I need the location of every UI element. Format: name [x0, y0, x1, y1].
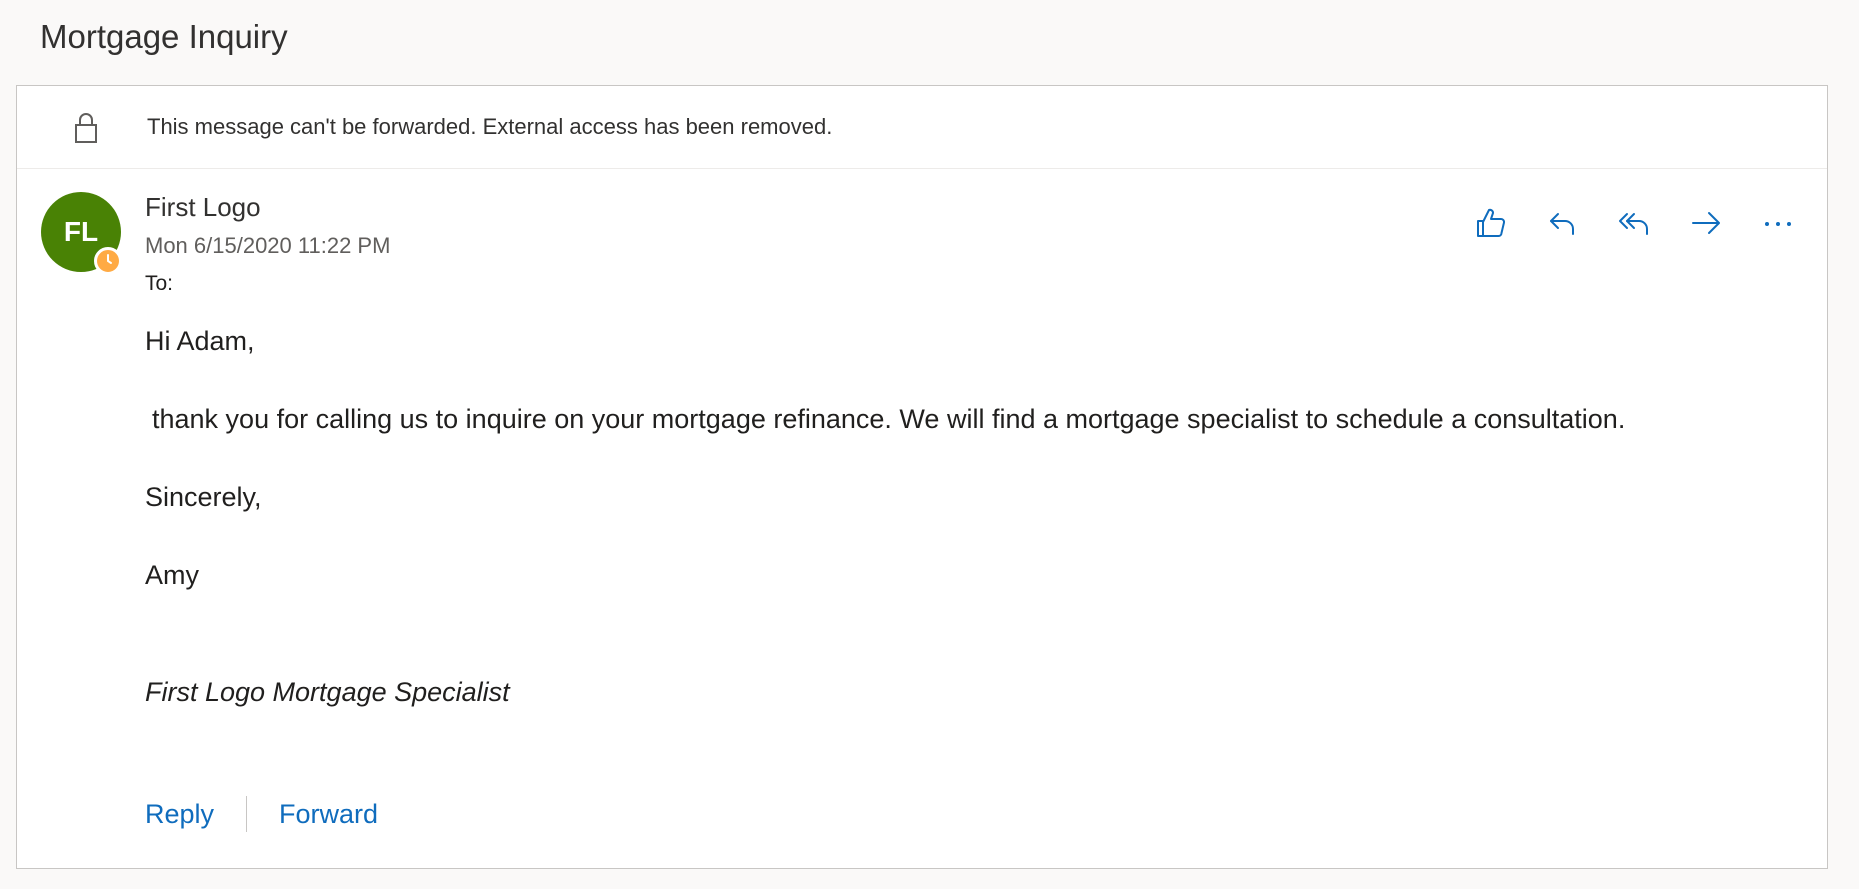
info-bar: This message can't be forwarded. Externa…: [17, 86, 1827, 169]
presence-clock-icon: [94, 247, 122, 275]
message-actions: [1471, 204, 1797, 242]
sender-name[interactable]: First Logo: [145, 192, 261, 223]
body-greeting: Hi Adam,: [145, 326, 255, 356]
thumbs-up-icon[interactable]: [1471, 204, 1509, 242]
body-signature-title: First Logo Mortgage Specialist: [145, 677, 510, 707]
footer-divider: [246, 796, 248, 832]
to-label: To:: [145, 272, 174, 295]
forward-icon[interactable]: [1687, 204, 1725, 242]
body-closing: Sincerely,: [145, 482, 262, 512]
reply-button[interactable]: Reply: [145, 799, 214, 830]
reply-all-icon[interactable]: [1615, 204, 1653, 242]
message-card: This message can't be forwarded. Externa…: [16, 85, 1828, 869]
message-date: Mon 6/15/2020 11:22 PM: [145, 233, 391, 258]
avatar-initials: FL: [63, 216, 99, 247]
body-main-text: thank you for calling us to inquire on y…: [152, 404, 1626, 434]
info-bar-text: This message can't be forwarded. Externa…: [147, 114, 833, 139]
body-signature-name: Amy: [145, 560, 199, 590]
forward-button[interactable]: Forward: [279, 799, 378, 830]
email-subject: Mortgage Inquiry: [40, 18, 288, 55]
lock-icon: [71, 110, 101, 146]
message-footer: Reply Forward: [145, 796, 378, 832]
more-icon[interactable]: [1759, 204, 1797, 242]
reply-icon[interactable]: [1543, 204, 1581, 242]
